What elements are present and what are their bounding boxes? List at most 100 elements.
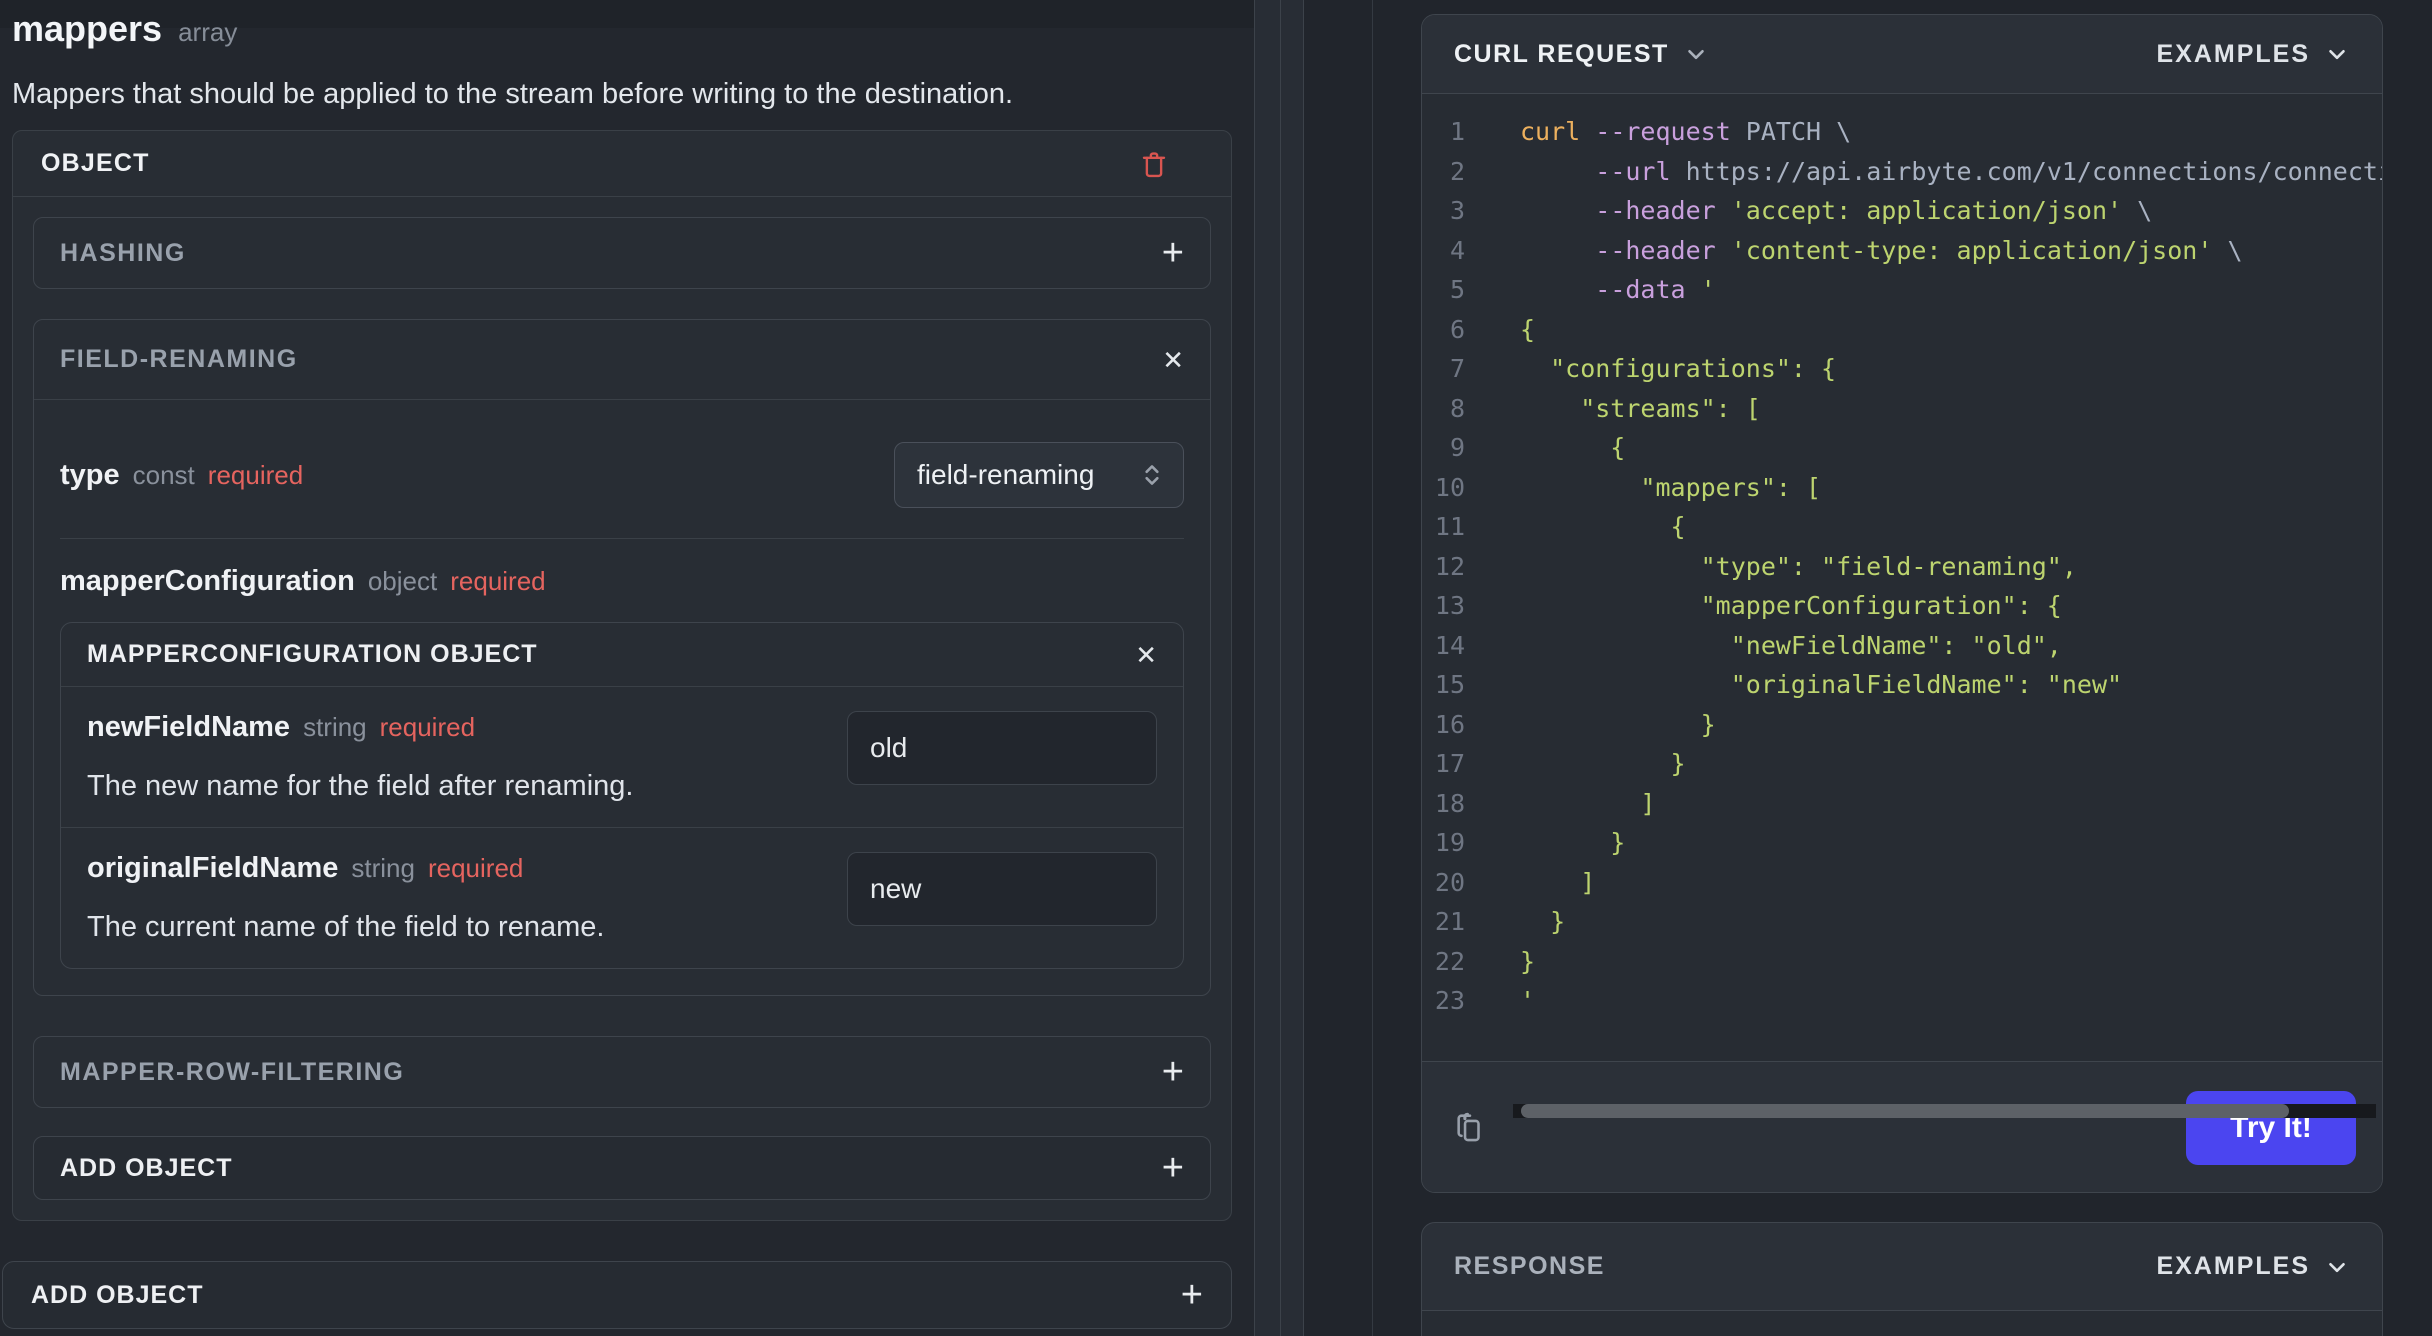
response-panel: RESPONSE EXAMPLES [1421, 1222, 2383, 1336]
type-select-value: field-renaming [917, 459, 1095, 490]
response-examples-label: EXAMPLES [2156, 1252, 2310, 1280]
trash-icon [1142, 151, 1166, 177]
code-line: 19 } [1422, 823, 2382, 863]
code-line: 21 } [1422, 902, 2382, 942]
code-line: 8 "streams": [ [1422, 389, 2382, 429]
close-icon[interactable]: ✕ [1162, 347, 1184, 373]
original-field-name-row: originalFieldName string required The cu… [61, 827, 1183, 968]
scrollbar-thumb[interactable] [1521, 1104, 2289, 1118]
response-title: RESPONSE [1454, 1252, 1605, 1280]
chevron-down-icon [2329, 49, 2345, 60]
curl-examples-dropdown[interactable]: EXAMPLES [2156, 40, 2350, 69]
type-field-required: required [207, 459, 304, 490]
curl-request-dropdown[interactable]: CURL REQUEST [1454, 40, 1709, 69]
code-line: 7 "configurations": { [1422, 349, 2382, 389]
delete-object-button[interactable] [1139, 148, 1169, 180]
page-description: Mappers that should be applied to the st… [12, 78, 1014, 110]
page-head: mappers array Mappers that should be app… [12, 8, 1232, 111]
line-number: 19 [1434, 828, 1465, 857]
close-icon[interactable]: ✕ [1135, 642, 1157, 668]
code-line: 2 --url https://api.airbyte.com/v1/conne… [1422, 152, 2382, 192]
panel-divider-scrollbar[interactable] [1254, 0, 1304, 1336]
code-line: 14 "newFieldName": "old", [1422, 626, 2382, 666]
code-line: 13 "mapperConfiguration": { [1422, 586, 2382, 626]
line-number: 7 [1449, 354, 1465, 383]
line-number: 8 [1449, 393, 1465, 423]
line-number: 4 [1449, 235, 1465, 265]
response-body [1422, 1311, 2382, 1336]
mapper-configuration-name: mapperConfiguration [60, 565, 355, 597]
column-divider-line [1372, 0, 1373, 1336]
line-number: 5 [1449, 275, 1465, 304]
code-line: 5 --data ' [1422, 270, 2382, 310]
code-line: 12 "type": "field-renaming", [1422, 547, 2382, 587]
code-line: 16 } [1422, 705, 2382, 745]
line-number: 15 [1434, 670, 1465, 699]
new-field-name-description: The new name for the field after renamin… [87, 770, 634, 802]
code-area: 1 curl --request PATCH \ 2 --url https://a… [1422, 94, 2382, 1118]
page-title-type: array [178, 17, 238, 47]
variant-mapper-row-filtering[interactable]: MAPPER-ROW-FILTERING + [33, 1036, 1211, 1108]
original-field-name-required: required [427, 853, 524, 883]
variant-field-renaming: FIELD-RENAMING ✕ type const required fie… [33, 319, 1211, 996]
add-object-inner-label: ADD OBJECT [60, 1153, 233, 1182]
try-it-button[interactable]: Try It! [2186, 1090, 2356, 1165]
code-horizontal-scrollbar[interactable] [1513, 1104, 2376, 1118]
line-number: 6 [1449, 314, 1465, 344]
field-renaming-header: FIELD-RENAMING ✕ [34, 320, 1210, 400]
field-renaming-label: FIELD-RENAMING [60, 345, 298, 373]
response-examples-dropdown[interactable]: EXAMPLES [2156, 1252, 2350, 1281]
line-number: 16 [1434, 709, 1465, 739]
line-number: 22 [1434, 946, 1465, 976]
response-header: RESPONSE EXAMPLES [1422, 1223, 2382, 1311]
original-field-name-input[interactable] [847, 852, 1157, 926]
field-renaming-body: type const required field-renaming mappe… [34, 400, 1210, 995]
plus-icon: + [1180, 1274, 1203, 1316]
variant-hashing[interactable]: HASHING + [33, 217, 1211, 289]
plus-icon: + [1161, 1147, 1184, 1189]
curl-request-title: CURL REQUEST [1454, 39, 1669, 68]
code-line: 23 ' [1422, 981, 2382, 1021]
copy-icon [1457, 1112, 1480, 1141]
code-line: 10 "mappers": [ [1422, 468, 2382, 508]
variant-hashing-label: HASHING [60, 238, 186, 267]
line-number: 18 [1434, 788, 1465, 818]
object-card-title: OBJECT [41, 149, 150, 177]
code-line: 9 { [1422, 428, 2382, 468]
line-number: 2 [1449, 156, 1465, 186]
object-card: OBJECT HASHING + FIELD-RENAMING ✕ type c… [12, 130, 1232, 1221]
new-field-name-meta: string [303, 712, 367, 742]
type-field-row: type const required field-renaming [60, 426, 1184, 539]
line-number: 12 [1434, 551, 1465, 581]
curl-examples-label: EXAMPLES [2156, 39, 2310, 68]
type-select[interactable]: field-renaming [894, 442, 1184, 508]
code-line: 1 curl --request PATCH \ [1422, 112, 2382, 152]
select-chevrons-icon [1145, 465, 1159, 485]
add-object-button-outer[interactable]: ADD OBJECT + [2, 1261, 1232, 1329]
original-field-name-description: The current name of the field to rename. [87, 911, 605, 943]
line-number: 23 [1434, 986, 1465, 1015]
type-field-name: type [60, 458, 120, 491]
type-field-meta: const [132, 459, 195, 490]
original-field-name-label: originalFieldName [87, 852, 339, 884]
add-object-outer-label: ADD OBJECT [31, 1280, 204, 1309]
mapper-configuration-title: MAPPERCONFIGURATION OBJECT [87, 640, 538, 668]
chevron-down-icon [2329, 1262, 2345, 1272]
code-line: 20 ] [1422, 863, 2382, 903]
line-number: 11 [1434, 512, 1465, 541]
code-line: 3 --header 'accept: application/json' \ [1422, 191, 2382, 231]
line-number: 9 [1449, 433, 1465, 462]
chevron-down-icon [1687, 49, 1704, 60]
curl-request-panel: CURL REQUEST EXAMPLES 1 curl --request PA… [1421, 14, 2383, 1193]
mapper-configuration-card: MAPPERCONFIGURATION OBJECT ✕ newFieldNam… [60, 622, 1184, 969]
line-number: 17 [1434, 749, 1465, 778]
copy-code-button[interactable] [1448, 1106, 1492, 1150]
code-line: 17 } [1422, 744, 2382, 784]
line-number: 13 [1434, 591, 1465, 620]
mapper-configuration-meta: object [367, 566, 438, 596]
code-line: 6{ [1422, 310, 2382, 350]
schema-panel: mappers array Mappers that should be app… [0, 0, 1254, 1336]
add-object-button-inner[interactable]: ADD OBJECT + [33, 1136, 1211, 1200]
new-field-name-input[interactable] [847, 711, 1157, 785]
object-card-header: OBJECT [13, 131, 1231, 197]
